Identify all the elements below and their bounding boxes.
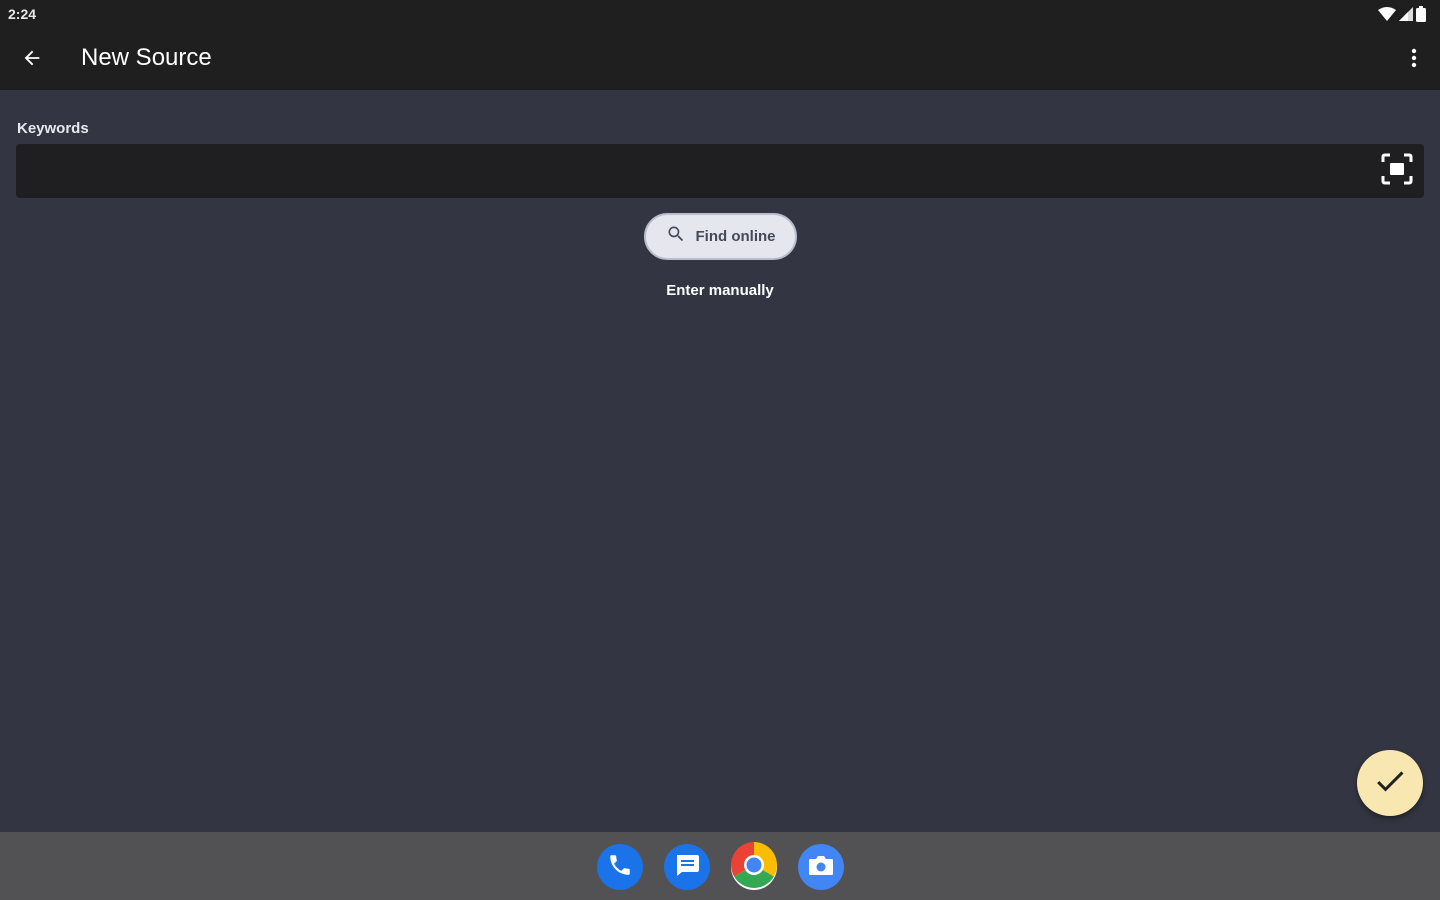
dock-app-camera[interactable] — [798, 844, 844, 890]
dock-app-chrome[interactable] — [731, 841, 777, 893]
signal-icon — [1399, 7, 1413, 26]
battery-icon — [1416, 6, 1426, 27]
taskbar-dock — [0, 832, 1440, 900]
messages-icon — [673, 853, 701, 882]
find-online-button[interactable]: Find online — [644, 213, 797, 260]
keywords-input[interactable] — [16, 144, 1424, 198]
find-online-label: Find online — [695, 228, 776, 245]
page-title: New Source — [81, 44, 212, 71]
app-bar: New Source — [0, 28, 1440, 90]
phone-icon — [607, 852, 633, 883]
status-icons — [1378, 6, 1426, 27]
keywords-label: Keywords — [17, 120, 89, 137]
more-vert-icon — [1411, 48, 1417, 73]
chrome-icon — [731, 841, 777, 893]
barcode-scan-icon — [1380, 152, 1414, 191]
wifi-icon — [1378, 7, 1396, 26]
status-time: 2:24 — [8, 6, 37, 22]
search-icon — [666, 224, 686, 249]
confirm-fab[interactable] — [1357, 750, 1423, 816]
overflow-menu-button[interactable] — [1402, 44, 1426, 76]
dock-app-messages[interactable] — [664, 844, 710, 890]
dock-app-phone[interactable] — [597, 844, 643, 890]
status-bar: 2:24 — [0, 0, 1440, 28]
enter-manually-link[interactable]: Enter manually — [620, 282, 820, 299]
camera-icon — [807, 853, 835, 882]
scan-barcode-button[interactable] — [1380, 152, 1414, 191]
arrow-back-icon — [21, 47, 43, 74]
check-icon — [1372, 763, 1408, 804]
back-button[interactable] — [16, 44, 48, 76]
